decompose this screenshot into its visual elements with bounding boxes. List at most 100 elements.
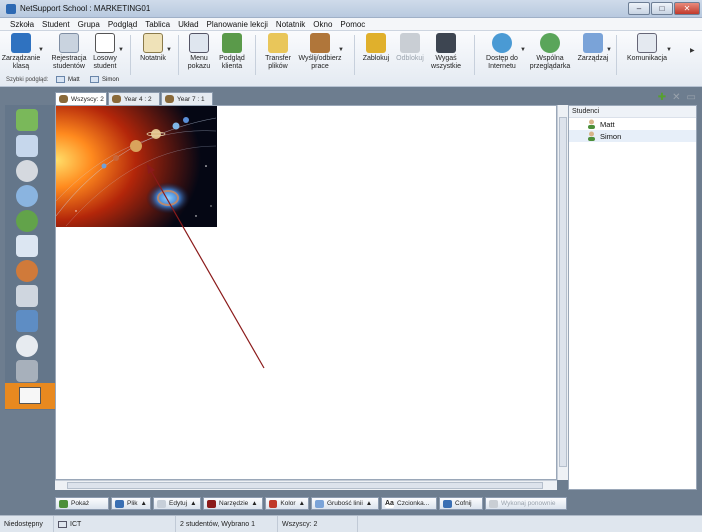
vertical-scrollbar[interactable] [557, 105, 568, 480]
horizontal-scrollbar[interactable] [55, 480, 557, 490]
student-icon [588, 131, 595, 141]
home-icon[interactable] [16, 109, 38, 131]
menu-tablica[interactable]: Tablica [141, 20, 174, 29]
czcionka-button[interactable]: Aa Czcionka... [381, 497, 437, 510]
close-button[interactable]: ✕ [674, 2, 700, 15]
whiteboard-nav-button[interactable] [5, 383, 55, 409]
folder-icon [268, 33, 288, 53]
pokaz-button[interactable]: Pokaż [55, 497, 109, 510]
plik-button[interactable]: Plik ▲ [111, 497, 151, 510]
font-icon: Aa [385, 499, 394, 508]
lock-icon [366, 33, 386, 53]
menu-szkola[interactable]: Szkoła [6, 20, 38, 29]
menu-uklad[interactable]: Układ [174, 20, 202, 29]
student-icon [588, 119, 595, 129]
menu-student[interactable]: Student [38, 20, 74, 29]
zarzadzanie-button[interactable]: Zarządzanie klasą [2, 33, 40, 77]
quick-view-matt[interactable]: Matt [56, 76, 80, 83]
help-icon[interactable] [16, 185, 38, 207]
grid-view-icon[interactable] [16, 135, 38, 157]
class-icon [11, 33, 31, 53]
losowy-button[interactable]: Losowy student [90, 33, 120, 77]
globe-nav-icon[interactable] [16, 210, 38, 232]
solar-system-image[interactable] [56, 106, 217, 227]
panel-icon[interactable]: ▭ [687, 92, 696, 103]
whiteboard-toolbar: Pokaż Plik ▲ Edytuj ▲ Narzędzie ▲ Kolor ▲ Gr… [55, 496, 697, 511]
rejestracja-button[interactable]: Rejestracja studentów [50, 33, 88, 77]
add-icon[interactable]: ✚ [658, 92, 666, 103]
tab-actions: ✚ ✕ ▭ [658, 92, 696, 103]
user-icon[interactable] [16, 310, 38, 332]
pen-icon [207, 499, 216, 508]
pie-chart-icon[interactable] [16, 260, 38, 282]
zablokuj-button[interactable]: Zablokuj [360, 33, 392, 77]
odblokuj-button[interactable]: Odblokuj [394, 33, 426, 77]
wyslij-button[interactable]: Wyślij/odbierz prace [296, 33, 344, 77]
komunikacja-button[interactable]: Komunikacja [622, 33, 672, 77]
floppy-icon [115, 499, 124, 508]
menu-pokazu-button[interactable]: Menu pokazu [184, 33, 214, 77]
student-simon[interactable]: Simon [569, 130, 696, 142]
window-icon[interactable] [16, 235, 38, 257]
briefcase-icon [310, 33, 330, 53]
menu-grupa[interactable]: Grupa [74, 20, 104, 29]
printer-icon[interactable] [16, 285, 38, 307]
whiteboard-canvas[interactable] [55, 105, 557, 480]
redo-icon [489, 499, 498, 508]
show-icon [59, 499, 68, 508]
quick-view-label: Szybki podgląd: [6, 77, 49, 83]
horizontal-scroll-thumb[interactable] [67, 482, 543, 489]
title-bar: NetSupport School : MARKETING01 – □ ✕ [0, 0, 702, 18]
unlock-icon [400, 33, 420, 53]
edytuj-button[interactable]: Edytuj ▲ [153, 497, 201, 510]
minimize-button[interactable]: – [628, 2, 650, 15]
presentation-icon [189, 33, 209, 53]
chart-line-icon [19, 387, 41, 404]
screen-icon [56, 76, 65, 83]
students-panel: Studenci Matt Simon [568, 105, 697, 490]
screen-icon [90, 76, 99, 83]
headphones-icon[interactable] [16, 160, 38, 182]
cd-icon[interactable] [16, 335, 38, 357]
tab-year7[interactable]: Year 7 : 1 [161, 92, 213, 105]
tab-year4[interactable]: Year 4 : 2 [108, 92, 160, 105]
remove-icon[interactable]: ✕ [672, 92, 680, 103]
menu-notatnik[interactable]: Notatnik [272, 20, 309, 29]
menu-pomoc[interactable]: Pomoc [336, 20, 369, 29]
status-all: Wszyscy: 2 [278, 515, 358, 532]
transfer-button[interactable]: Transfer plików [262, 33, 294, 77]
menu-podglad[interactable]: Podgląd [104, 20, 141, 29]
student-matt[interactable]: Matt [569, 118, 696, 130]
manage-icon [583, 33, 603, 53]
line-width-icon [315, 499, 324, 508]
edit-icon [157, 499, 166, 508]
group-icon [165, 95, 174, 103]
tab-wszyscy[interactable]: Wszyscy: 2 [55, 92, 107, 105]
wygas-button[interactable]: Wygaś wszystkie [428, 33, 464, 77]
menu-planowanie[interactable]: Planowanie lekcji [203, 20, 272, 29]
maximize-button[interactable]: □ [651, 2, 673, 15]
app-icon [6, 3, 16, 14]
quick-view-simon[interactable]: Simon [90, 76, 119, 83]
whiteboard-drawing [56, 106, 265, 369]
cofnij-button[interactable]: Cofnij [439, 497, 483, 510]
wspolna-button[interactable]: Wspólna przeglądarka [528, 33, 572, 77]
status-ict: ICT [54, 515, 176, 532]
kolor-button[interactable]: Kolor ▲ [265, 497, 309, 510]
menu-okno[interactable]: Okno [309, 20, 336, 29]
keyboard-icon[interactable] [16, 360, 38, 382]
zarzadzaj-button[interactable]: Zarządzaj [575, 33, 611, 77]
dostep-button[interactable]: Dostęp do Internetu [482, 33, 522, 77]
vertical-scroll-thumb[interactable] [559, 117, 567, 467]
monitor-icon [436, 33, 456, 53]
toolbar-more-icon[interactable]: ▶ [690, 47, 695, 54]
notatnik-button[interactable]: Notatnik [136, 33, 170, 77]
undo-icon [443, 499, 452, 508]
podglad-klienta-button[interactable]: Podgląd klienta [216, 33, 248, 77]
grubosc-button[interactable]: Grubość linii ▲ [311, 497, 379, 510]
register-icon [59, 33, 79, 53]
narzedzie-button[interactable]: Narzędzie ▲ [203, 497, 263, 510]
color-icon [269, 499, 278, 508]
wykonaj-button[interactable]: Wykonaj ponownie [485, 497, 567, 510]
status-students: 2 studentów, Wybrano 1 [176, 515, 278, 532]
